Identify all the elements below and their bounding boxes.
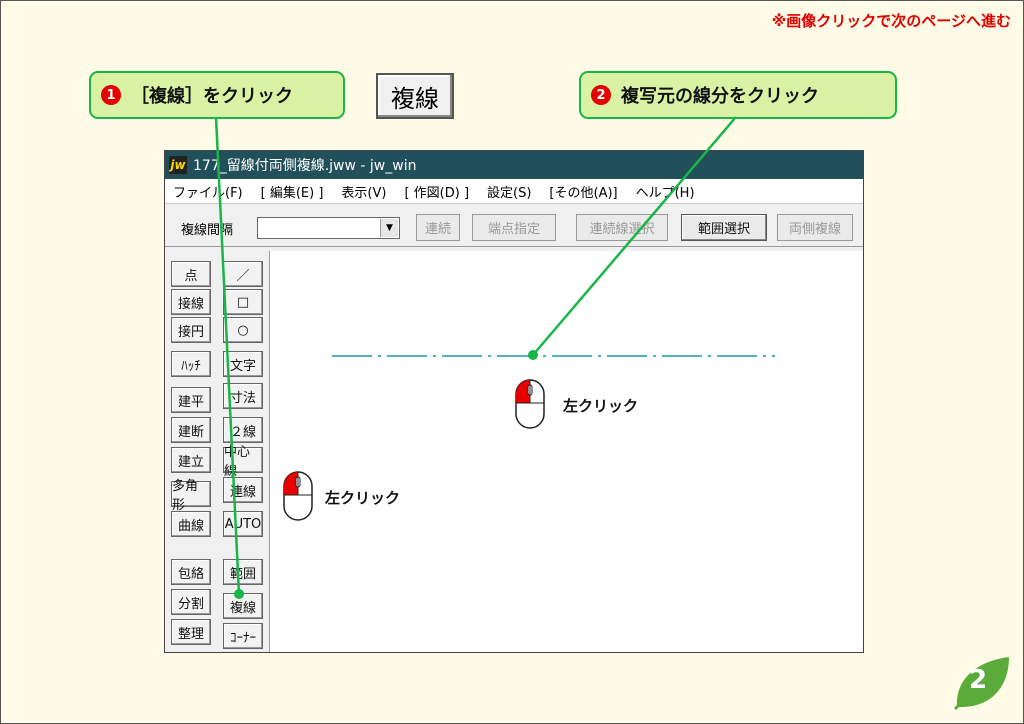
leader-dot-2: [528, 350, 538, 360]
leader-dot-1: [234, 589, 244, 599]
page-number: 2: [969, 665, 988, 695]
leader-line-1: [214, 116, 241, 595]
leader-lines: [214, 116, 737, 599]
slide[interactable]: ※画像クリックで次のページへ進む 1 ［複線］をクリック 複線 2 複写元の線分…: [0, 0, 1024, 724]
leader-line-2: [532, 116, 737, 356]
